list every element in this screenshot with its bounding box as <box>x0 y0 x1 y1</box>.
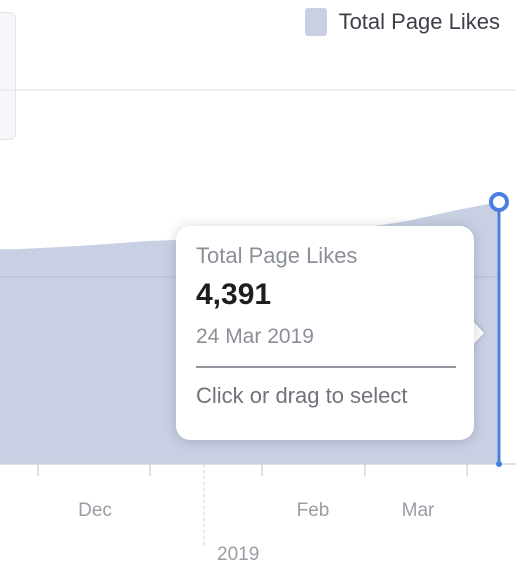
hover-data-point <box>489 191 509 212</box>
tooltip-date: 24 Mar 2019 <box>196 325 314 348</box>
tooltip-divider <box>196 366 456 368</box>
tooltip-value: 4,391 <box>196 278 272 311</box>
chart-legend[interactable]: Total Page Likes <box>304 8 500 36</box>
legend-swatch-icon <box>304 8 327 36</box>
x-tick-label: Mar <box>402 500 435 521</box>
x-tick-label: Dec <box>78 500 112 521</box>
hover-cursor-base <box>496 461 502 467</box>
tooltip-series-name: Total Page Likes <box>196 243 358 268</box>
chart-widget: Dec Feb Mar 2019 Total Page Likes Total Pag… <box>0 0 516 568</box>
data-tooltip: Total Page Likes 4,391 24 Mar 2019 Click… <box>176 226 474 440</box>
legend-label: Total Page Likes <box>338 9 500 34</box>
tooltip-action-hint: Click or drag to select <box>196 383 408 408</box>
x-tick-label: Feb <box>297 500 330 521</box>
x-year-label: 2019 <box>217 544 259 565</box>
